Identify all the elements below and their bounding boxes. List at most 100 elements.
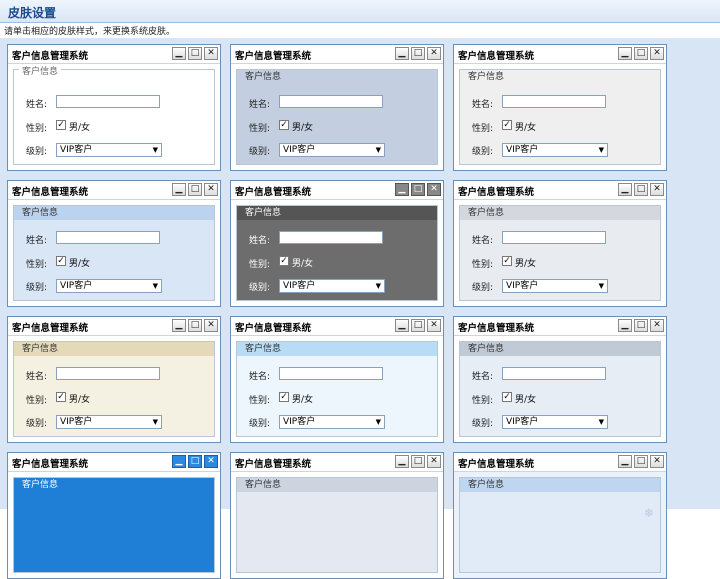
maximize-icon[interactable]: □	[634, 183, 648, 196]
chevron-down-icon: ▼	[598, 282, 604, 290]
window-title: 客户信息管理系统	[235, 459, 312, 470]
name-input[interactable]	[279, 95, 383, 108]
maximize-icon[interactable]: □	[634, 319, 648, 332]
close-icon[interactable]: ✕	[650, 455, 664, 468]
group-box: 客户信息 姓名: 性别: ✓ 男/女 级别: VIP客户 ▼	[13, 205, 215, 301]
window-titlebar: 客户信息管理系统 ▁ □ ✕	[454, 453, 666, 472]
level-select[interactable]: VIP客户 ▼	[502, 279, 608, 293]
gender-label: 性别:	[26, 396, 48, 406]
maximize-icon[interactable]: □	[188, 455, 202, 468]
window-titlebar: 客户信息管理系统 ▁ □ ✕	[8, 45, 220, 64]
level-select[interactable]: VIP客户 ▼	[279, 143, 385, 157]
group-title: 客户信息	[245, 72, 282, 82]
name-input[interactable]	[279, 231, 383, 244]
level-select[interactable]: VIP客户 ▼	[56, 415, 162, 429]
level-label: 级别:	[249, 283, 271, 293]
gender-checkbox[interactable]: ✓	[279, 120, 289, 130]
gender-checkbox[interactable]: ✓	[56, 120, 66, 130]
gender-checkbox[interactable]: ✓	[56, 256, 66, 266]
minimize-icon[interactable]: ▁	[172, 319, 186, 332]
gender-checkbox[interactable]: ✓	[502, 392, 512, 402]
level-select[interactable]: VIP客户 ▼	[502, 415, 608, 429]
minimize-icon[interactable]: ▁	[618, 47, 632, 60]
close-icon[interactable]: ✕	[650, 183, 664, 196]
level-value: VIP客户	[60, 417, 93, 427]
window-title: 客户信息管理系统	[12, 459, 89, 470]
minimize-icon[interactable]: ▁	[172, 455, 186, 468]
skin-option-5[interactable]: 客户信息管理系统 ▁ □ ✕ 客户信息 姓名: 性别: ✓ 男/女 级别: VI…	[230, 180, 444, 307]
name-input[interactable]	[502, 231, 606, 244]
group-box: 客户信息 姓名: 性别: ✓ 男/女 级别: VIP客户 ▼	[459, 69, 661, 165]
maximize-icon[interactable]: □	[411, 319, 425, 332]
minimize-icon[interactable]: ▁	[618, 183, 632, 196]
close-icon[interactable]: ✕	[204, 183, 218, 196]
close-icon[interactable]: ✕	[427, 455, 441, 468]
minimize-icon[interactable]: ▁	[618, 455, 632, 468]
level-select[interactable]: VIP客户 ▼	[279, 279, 385, 293]
window-title: 客户信息管理系统	[458, 459, 535, 470]
level-label: 级别:	[472, 283, 494, 293]
minimize-icon[interactable]: ▁	[395, 47, 409, 60]
level-select[interactable]: VIP客户 ▼	[502, 143, 608, 157]
close-icon[interactable]: ✕	[204, 319, 218, 332]
close-icon[interactable]: ✕	[650, 47, 664, 60]
skin-option-2[interactable]: 客户信息管理系统 ▁ □ ✕ 客户信息 姓名: 性别: ✓ 男/女 级别: VI…	[230, 44, 444, 171]
level-select[interactable]: VIP客户 ▼	[56, 279, 162, 293]
skin-option-4[interactable]: 客户信息管理系统 ▁ □ ✕ 客户信息 姓名: 性别: ✓ 男/女 级别: VI…	[7, 180, 221, 307]
skin-option-3[interactable]: 客户信息管理系统 ▁ □ ✕ 客户信息 姓名: 性别: ✓ 男/女 级别: VI…	[453, 44, 667, 171]
group-box: 客户信息 姓名: 性别: ✓ 男/女 级别: VIP客户 ▼	[459, 205, 661, 301]
gender-checkbox[interactable]: ✓	[502, 120, 512, 130]
gender-label: 性别:	[26, 124, 48, 134]
minimize-icon[interactable]: ▁	[395, 455, 409, 468]
group-title: 客户信息	[460, 478, 660, 492]
name-input[interactable]	[279, 367, 383, 380]
minimize-icon[interactable]: ▁	[172, 47, 186, 60]
skin-option-8[interactable]: 客户信息管理系统 ▁ □ ✕ 客户信息 姓名: 性别: ✓ 男/女 级别: VI…	[230, 316, 444, 443]
gender-label: 性别:	[249, 396, 271, 406]
snowflake-icon: ❄	[643, 506, 654, 520]
maximize-icon[interactable]: □	[411, 455, 425, 468]
skin-option-7[interactable]: 客户信息管理系统 ▁ □ ✕ 客户信息 姓名: 性别: ✓ 男/女 级别: VI…	[7, 316, 221, 443]
maximize-icon[interactable]: □	[634, 47, 648, 60]
maximize-icon[interactable]: □	[411, 183, 425, 196]
name-input[interactable]	[502, 95, 606, 108]
name-input[interactable]	[502, 367, 606, 380]
close-icon[interactable]: ✕	[427, 319, 441, 332]
name-input[interactable]	[56, 367, 160, 380]
maximize-icon[interactable]: □	[188, 183, 202, 196]
close-icon[interactable]: ✕	[427, 183, 441, 196]
gender-checkbox[interactable]: ✓	[56, 392, 66, 402]
group-box: 客户信息 姓名: 性别: ✓ 男/女 级别: VIP客户 ▼	[459, 341, 661, 437]
skin-option-1[interactable]: 客户信息管理系统 ▁ □ ✕ 客户信息 姓名: 性别: ✓ 男/女 级别: VI…	[7, 44, 221, 171]
skin-option-12[interactable]: 客户信息管理系统 ▁ □ ✕ 客户信息 ❄	[453, 452, 667, 579]
minimize-icon[interactable]: ▁	[395, 183, 409, 196]
gender-checkbox[interactable]: ✓	[279, 256, 289, 266]
name-input[interactable]	[56, 231, 160, 244]
minimize-icon[interactable]: ▁	[618, 319, 632, 332]
name-input[interactable]	[56, 95, 160, 108]
skin-option-11[interactable]: 客户信息管理系统 ▁ □ ✕ 客户信息	[230, 452, 444, 579]
minimize-icon[interactable]: ▁	[395, 319, 409, 332]
gender-checkbox[interactable]: ✓	[279, 392, 289, 402]
level-select[interactable]: VIP客户 ▼	[56, 143, 162, 157]
gender-checkbox[interactable]: ✓	[502, 256, 512, 266]
minimize-icon[interactable]: ▁	[172, 183, 186, 196]
close-icon[interactable]: ✕	[204, 47, 218, 60]
level-label: 级别:	[472, 419, 494, 429]
maximize-icon[interactable]: □	[188, 319, 202, 332]
gender-label: 性别:	[26, 260, 48, 270]
maximize-icon[interactable]: □	[411, 47, 425, 60]
close-icon[interactable]: ✕	[427, 47, 441, 60]
maximize-icon[interactable]: □	[188, 47, 202, 60]
skin-option-9[interactable]: 客户信息管理系统 ▁ □ ✕ 客户信息 姓名: 性别: ✓ 男/女 级别: VI…	[453, 316, 667, 443]
close-icon[interactable]: ✕	[650, 319, 664, 332]
page-title: 皮肤设置	[8, 6, 57, 20]
chevron-down-icon: ▼	[375, 282, 381, 290]
maximize-icon[interactable]: □	[634, 455, 648, 468]
close-icon[interactable]: ✕	[204, 455, 218, 468]
skin-option-10[interactable]: 客户信息管理系统 ▁ □ ✕ 客户信息	[7, 452, 221, 579]
level-select[interactable]: VIP客户 ▼	[279, 415, 385, 429]
window-title: 客户信息管理系统	[235, 187, 312, 198]
gender-option: 男/女	[292, 123, 314, 133]
skin-option-6[interactable]: 客户信息管理系统 ▁ □ ✕ 客户信息 姓名: 性别: ✓ 男/女 级别: VI…	[453, 180, 667, 307]
